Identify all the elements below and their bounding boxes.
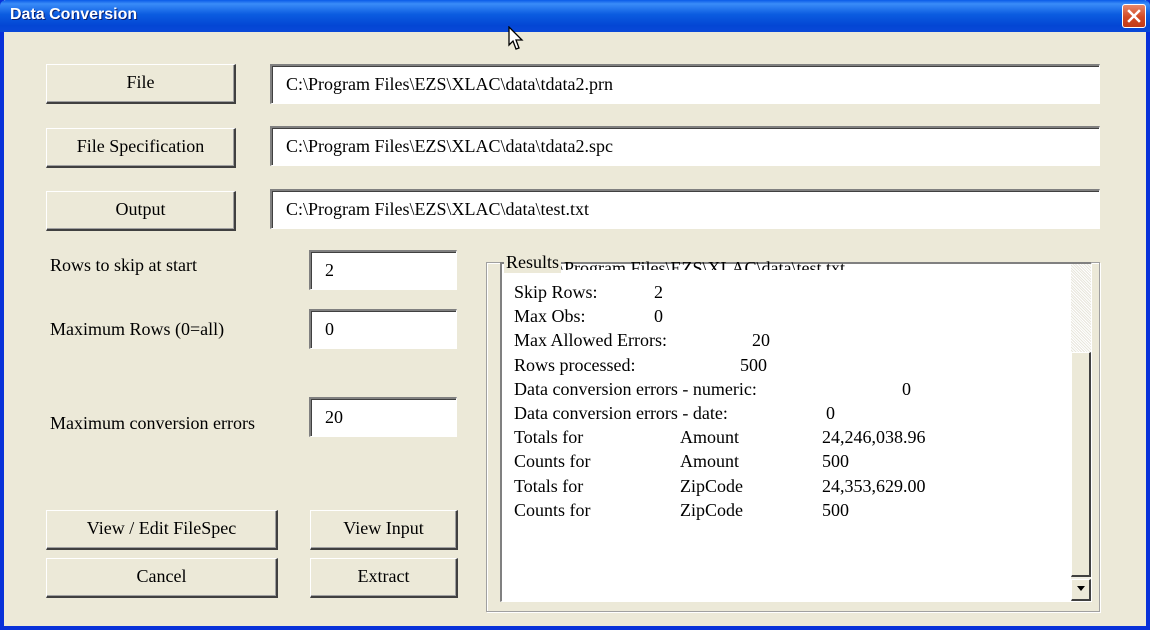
max-rows-input[interactable]: 0 <box>309 309 457 349</box>
title-bar[interactable]: Data Conversion <box>0 0 1150 32</box>
close-icon <box>1127 9 1141 23</box>
file-path-field[interactable]: C:\Program Files\EZS\XLAC\data\tdata2.pr… <box>270 64 1100 104</box>
file-button[interactable]: File <box>46 64 236 104</box>
mouse-cursor-icon <box>508 26 524 50</box>
view-input-button[interactable]: View Input <box>310 510 458 550</box>
scroll-down-arrow-icon <box>1077 586 1085 591</box>
max-errors-label: Maximum conversion errors <box>50 413 255 433</box>
results-overflow-line: ... C:\Program Files\EZS\XLAC\data\test.… <box>524 258 845 270</box>
extract-button[interactable]: Extract <box>310 558 458 598</box>
max-errors-input[interactable]: 20 <box>309 397 457 437</box>
scrollbar-thumb[interactable] <box>1071 352 1091 577</box>
close-button[interactable] <box>1122 4 1146 28</box>
rows-skip-label: Rows to skip at start <box>50 255 197 275</box>
file-specification-field[interactable]: C:\Program Files\EZS\XLAC\data\tdata2.sp… <box>270 126 1100 166</box>
results-textbox[interactable]: Skip Rows: 2 Max Obs: 0 Max Allowed Erro… <box>500 262 1092 602</box>
window-title: Data Conversion <box>10 6 138 23</box>
scroll-down-button[interactable] <box>1071 579 1091 601</box>
output-button[interactable]: Output <box>46 191 236 231</box>
results-scrollbar[interactable] <box>1071 264 1091 601</box>
max-rows-label: Maximum Rows (0=all) <box>50 319 225 339</box>
scrollbar-track[interactable] <box>1071 264 1091 352</box>
view-edit-filespec-button[interactable]: View / Edit FileSpec <box>46 510 278 550</box>
results-group-title: Results <box>504 252 562 273</box>
output-path-field[interactable]: C:\Program Files\EZS\XLAC\data\test.txt <box>270 189 1100 229</box>
data-conversion-window: Data Conversion File C:\Program Files\EZ… <box>0 0 1150 630</box>
rows-skip-input[interactable]: 2 <box>309 250 457 290</box>
file-specification-button[interactable]: File Specification <box>46 128 236 168</box>
cancel-button[interactable]: Cancel <box>46 558 278 598</box>
